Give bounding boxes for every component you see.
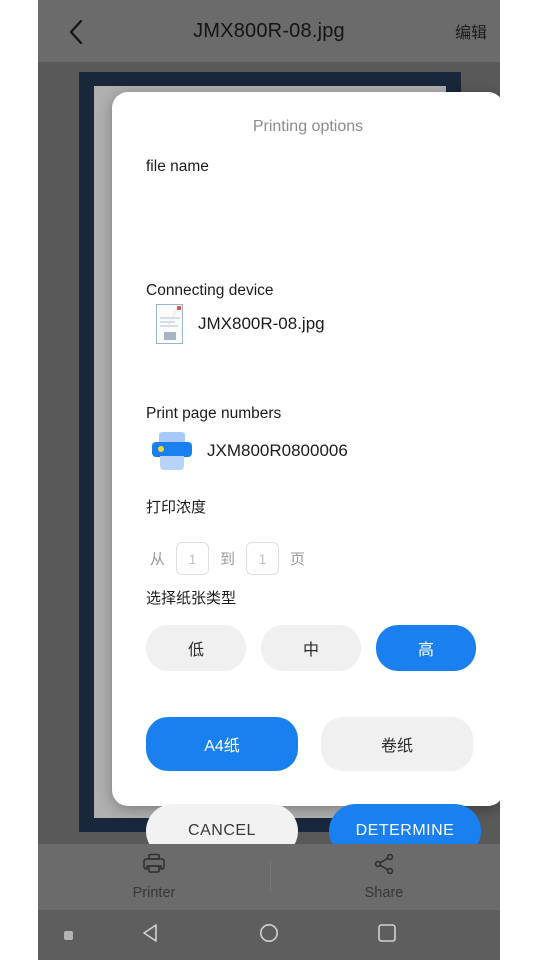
dialog-title: Printing options [252,118,364,135]
bottom-printer-label: Printer [132,885,176,901]
page-from-input[interactable] [176,542,210,575]
share-nodes-icon [372,852,396,881]
phone-screen: JMX800R-08.jpg 编辑 Printing options file … [38,0,500,960]
page-to-input[interactable] [246,542,280,575]
page-from-word: 从 [150,551,166,568]
page-to-word: 到 [220,551,236,568]
bottom-share-label: Share [364,885,404,901]
print-density-label: 打印浓度 [146,499,207,516]
bottom-bar-divider [270,862,271,892]
square-recents-icon [376,922,398,949]
paper-option-a4[interactable]: A4纸 [146,717,298,771]
file-name-value: JMX800R-08.jpg [198,314,325,333]
triangle-back-icon [140,922,162,949]
nav-home-button[interactable] [245,920,293,950]
printer-outline-icon [142,852,166,881]
edit-button[interactable]: 编辑 [455,0,487,62]
image-file-thumbnail-icon [156,304,183,344]
density-option-low[interactable]: 低 [146,625,246,671]
circle-home-icon [258,922,280,949]
android-nav-bar [38,910,500,960]
nav-back-button[interactable] [127,920,175,950]
bottom-share-button[interactable]: Share [324,852,444,904]
printing-options-dialog: Printing options file name JMX800R-08.jp… [112,92,500,858]
back-button[interactable] [56,12,96,52]
device-row[interactable]: JXM800R0800006 [150,430,348,472]
print-density-options: 低 中 高 [146,625,476,671]
printer-icon [150,430,194,472]
page-title: JMX800R-08.jpg [193,19,345,42]
square-dot-icon[interactable] [64,931,73,940]
density-option-high[interactable]: 高 [376,625,476,671]
paper-option-roll[interactable]: 卷纸 [321,717,473,771]
density-option-medium[interactable]: 中 [261,625,361,671]
bottom-action-bar: Printer Share [38,844,500,910]
app-bar: JMX800R-08.jpg 编辑 [38,0,500,62]
file-row: JMX800R-08.jpg [156,304,325,344]
device-name-value: JXM800R0800006 [207,441,348,460]
connecting-device-label: Connecting device [146,282,274,299]
paper-type-label: 选择纸张类型 [146,590,237,607]
print-page-numbers-label: Print page numbers [146,405,282,422]
nav-recents-button[interactable] [363,920,411,950]
file-name-label: file name [146,158,209,175]
chevron-left-icon [68,19,84,45]
page-range-row: 从 到 页 [150,542,305,575]
paper-type-options: A4纸 卷纸 [146,717,473,771]
bottom-printer-button[interactable]: Printer [94,852,214,904]
page-unit-word: 页 [290,551,306,568]
